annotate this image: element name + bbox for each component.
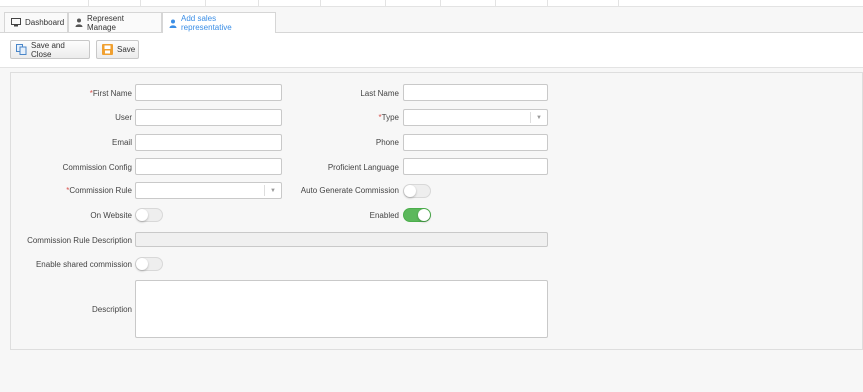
- on-website-toggle[interactable]: [135, 208, 163, 222]
- user-icon: [169, 19, 177, 28]
- tab-dashboard[interactable]: Dashboard: [4, 12, 68, 32]
- tab-represent-manage[interactable]: Represent Manage: [68, 12, 162, 32]
- save-and-close-label: Save and Close: [31, 40, 65, 59]
- enabled-label: Enabled: [369, 211, 399, 220]
- tab-label: Add sales representative: [181, 14, 232, 32]
- email-label: Email: [111, 138, 132, 147]
- commission-rule-description-label: Commission Rule Description: [27, 236, 132, 245]
- save-button[interactable]: Save: [96, 40, 139, 59]
- copy-icon: [16, 44, 27, 55]
- tab-add-sales-representative[interactable]: Add sales representative: [162, 12, 276, 33]
- commission-config-label: Commission Config: [62, 163, 132, 172]
- toolbar: Save and Close Save: [0, 33, 863, 68]
- commission-rule-label: *Commission Rule: [66, 186, 132, 195]
- auto-generate-commission-label: Auto Generate Commission: [300, 186, 399, 195]
- first-name-label: *First Name: [89, 89, 132, 98]
- enabled-toggle[interactable]: [403, 208, 431, 222]
- user-label: User: [115, 113, 132, 122]
- type-select[interactable]: ▼: [403, 109, 548, 126]
- save-and-close-button[interactable]: Save and Close: [10, 40, 90, 59]
- proficient-language-field[interactable]: [403, 158, 548, 175]
- tab-bar: Dashboard Represent Manage Add sales rep…: [0, 12, 863, 33]
- auto-generate-commission-toggle[interactable]: [403, 184, 431, 198]
- proficient-language-label: Proficient Language: [327, 163, 399, 172]
- chevron-down-icon: ▼: [536, 115, 542, 121]
- description-label: Description: [91, 305, 132, 314]
- type-label: *Type: [378, 113, 399, 122]
- phone-field[interactable]: [403, 134, 548, 151]
- last-name-label: Last Name: [360, 89, 399, 98]
- on-website-label: On Website: [90, 211, 132, 220]
- description-textarea[interactable]: [135, 280, 548, 338]
- phone-label: Phone: [375, 138, 399, 147]
- tab-label: Represent Manage: [87, 13, 124, 32]
- enable-shared-commission-toggle[interactable]: [135, 257, 163, 271]
- tab-label: Dashboard: [25, 18, 65, 27]
- commission-rule-description-field: [135, 232, 548, 247]
- enable-shared-commission-label: Enable shared commission: [35, 260, 132, 269]
- sales-representative-form: *First Name Last Name User *Type ▼ Email…: [10, 72, 863, 350]
- save-label: Save: [117, 45, 136, 54]
- monitor-icon: [11, 18, 21, 27]
- last-name-field[interactable]: [403, 84, 548, 101]
- save-icon: [102, 44, 113, 55]
- user-icon: [75, 18, 83, 27]
- top-tab-strip: [0, 0, 863, 7]
